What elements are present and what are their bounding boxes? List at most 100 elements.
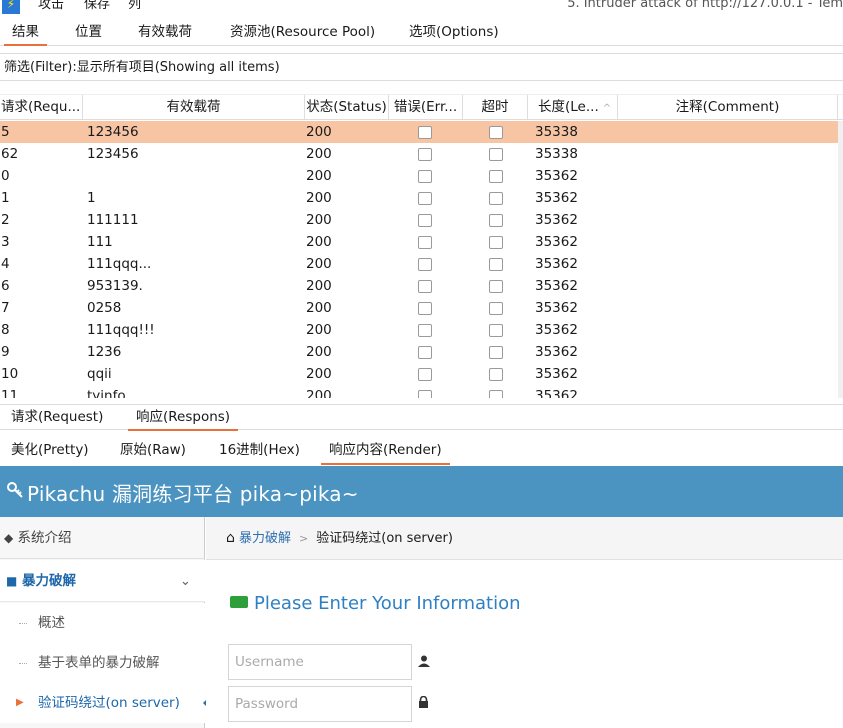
- cell-payload: 1: [87, 190, 96, 206]
- cell-status: 200: [306, 146, 332, 162]
- cell-payload: 1236: [87, 344, 122, 360]
- sidebar-item-captcha-server[interactable]: ▶ 验证码绕过(on server): [0, 683, 212, 723]
- cell-length: 35362: [535, 366, 578, 382]
- tab-raw[interactable]: 原始(Raw): [120, 436, 186, 464]
- tab-hex[interactable]: 16进制(Hex): [219, 436, 300, 464]
- timeout-checkbox: [489, 192, 503, 205]
- col-timeout[interactable]: 超时: [463, 95, 528, 120]
- menu-attack[interactable]: 攻击: [38, 0, 64, 14]
- cell-request: 4: [1, 256, 10, 272]
- tab-pretty[interactable]: 美化(Pretty): [11, 436, 89, 464]
- cell-length: 35362: [535, 300, 578, 316]
- tab-results[interactable]: 结果: [4, 20, 47, 46]
- error-checkbox: [418, 170, 432, 183]
- col-request[interactable]: 请求(Requ...: [0, 95, 83, 120]
- cell-length: 35362: [535, 256, 578, 272]
- cell-request: 0: [1, 168, 10, 184]
- cell-request: 9: [1, 344, 10, 360]
- tab-payloads[interactable]: 有效载荷: [138, 20, 192, 45]
- table-row[interactable]: 8 111qqq!!! 200 35362: [0, 319, 838, 341]
- username-input[interactable]: Username: [228, 644, 412, 680]
- cell-status: 200: [306, 212, 332, 228]
- filter-bar[interactable]: 筛选(Filter):显示所有项目(Showing all items): [0, 53, 843, 81]
- timeout-checkbox: [489, 258, 503, 271]
- cell-request: 7: [1, 300, 10, 316]
- timeout-checkbox: [489, 148, 503, 161]
- col-status[interactable]: 状态(Status): [305, 95, 389, 120]
- cell-length: 35362: [535, 212, 578, 228]
- password-input[interactable]: Password: [228, 686, 412, 722]
- cell-payload: tyinfo: [87, 388, 126, 398]
- error-checkbox: [418, 390, 432, 398]
- tab-response[interactable]: 响应(Respons): [127, 405, 239, 431]
- sort-asc-icon: ^: [602, 103, 612, 114]
- breadcrumb-link[interactable]: 暴力破解: [239, 531, 291, 546]
- cell-payload: 123456: [87, 146, 139, 162]
- cell-length: 35362: [535, 388, 578, 398]
- tab-request[interactable]: 请求(Request): [11, 405, 103, 430]
- cell-status: 200: [306, 256, 332, 272]
- error-checkbox: [418, 236, 432, 249]
- cell-length: 35362: [535, 322, 578, 338]
- timeout-checkbox: [489, 302, 503, 315]
- sidebar-item-form-bruteforce[interactable]: 基于表单的暴力破解: [0, 643, 205, 683]
- pikachu-brand[interactable]: Pikachu 漏洞练习平台 pika~pika~: [27, 478, 359, 507]
- error-checkbox: [418, 192, 432, 205]
- results-table: 请求(Requ... 有效载荷 状态(Status) 错误(Err... 超时 …: [0, 94, 843, 398]
- menu-bar: ⚡ 攻击 保存 列 5. Intruder attack of http://1…: [0, 0, 843, 18]
- menu-save[interactable]: 保存: [84, 0, 110, 14]
- error-checkbox: [418, 126, 432, 139]
- timeout-checkbox: [489, 368, 503, 381]
- table-row[interactable]: 6 953139. 200 35362: [0, 275, 838, 297]
- table-row[interactable]: 10 qqii 200 35362: [0, 363, 838, 385]
- pikachu-sidebar: ◆ 系统介绍 ■ 暴力破解 ⌄ 概述 基于表单的暴力破解 ▶ 验证码绕过(on …: [0, 517, 212, 728]
- tab-options[interactable]: 选项(Options): [409, 20, 499, 45]
- cell-payload: 111111: [87, 212, 139, 228]
- error-checkbox: [418, 148, 432, 161]
- sidebar-item-label: 基于表单的暴力破解: [38, 655, 160, 671]
- timeout-checkbox: [489, 236, 503, 249]
- table-row[interactable]: 7 0258 200 35362: [0, 297, 838, 319]
- cell-status: 200: [306, 366, 332, 382]
- tree-connector: [19, 663, 27, 664]
- cell-request: 3: [1, 234, 10, 250]
- table-row[interactable]: 0 200 35362: [0, 165, 838, 187]
- col-payload[interactable]: 有效载荷: [83, 95, 305, 120]
- table-row[interactable]: 9 1236 200 35362: [0, 341, 838, 363]
- cell-length: 35338: [535, 124, 578, 140]
- col-comment[interactable]: 注释(Comment): [618, 95, 838, 120]
- sidebar-item-overview[interactable]: 概述: [0, 603, 205, 643]
- table-row[interactable]: 3 111 200 35362: [0, 231, 838, 253]
- lock-icon: ■: [6, 574, 18, 588]
- table-row[interactable]: 5 123456 200 35338: [0, 121, 838, 143]
- breadcrumb-current: 验证码绕过(on server): [316, 531, 453, 546]
- cell-status: 200: [306, 300, 332, 316]
- tree-connector: [19, 623, 27, 624]
- table-row[interactable]: 1 1 200 35362: [0, 187, 838, 209]
- tab-render[interactable]: 响应内容(Render): [321, 436, 450, 465]
- cell-length: 35362: [535, 234, 578, 250]
- cell-status: 200: [306, 190, 332, 206]
- table-row[interactable]: 4 111qqq... 200 35362: [0, 253, 838, 275]
- coffee-icon: [230, 596, 248, 608]
- cell-status: 200: [306, 234, 332, 250]
- cell-payload: 111qqq!!!: [87, 322, 155, 338]
- table-row[interactable]: 2 111111 200 35362: [0, 209, 838, 231]
- col-length[interactable]: 长度(Le... ^: [528, 95, 618, 120]
- message-tabs: 请求(Request) 响应(Respons): [0, 404, 843, 431]
- cell-request: 2: [1, 212, 10, 228]
- error-checkbox: [418, 368, 432, 381]
- cell-status: 200: [306, 344, 332, 360]
- burp-logo-icon: ⚡: [2, 0, 20, 14]
- timeout-checkbox: [489, 170, 503, 183]
- tab-positions[interactable]: 位置: [75, 20, 102, 45]
- sidebar-group-bruteforce[interactable]: ■ 暴力破解 ⌄: [0, 560, 205, 602]
- tab-resource-pool[interactable]: 资源池(Resource Pool): [230, 20, 375, 45]
- cell-length: 35362: [535, 278, 578, 294]
- table-scrollbar[interactable]: [838, 121, 843, 398]
- menu-columns[interactable]: 列: [128, 0, 141, 14]
- col-error[interactable]: 错误(Err...: [389, 95, 463, 120]
- sidebar-item-intro[interactable]: ◆ 系统介绍: [0, 517, 205, 559]
- table-row[interactable]: 11 tyinfo 200 35362: [0, 385, 838, 398]
- table-row[interactable]: 62 123456 200 35338: [0, 143, 838, 165]
